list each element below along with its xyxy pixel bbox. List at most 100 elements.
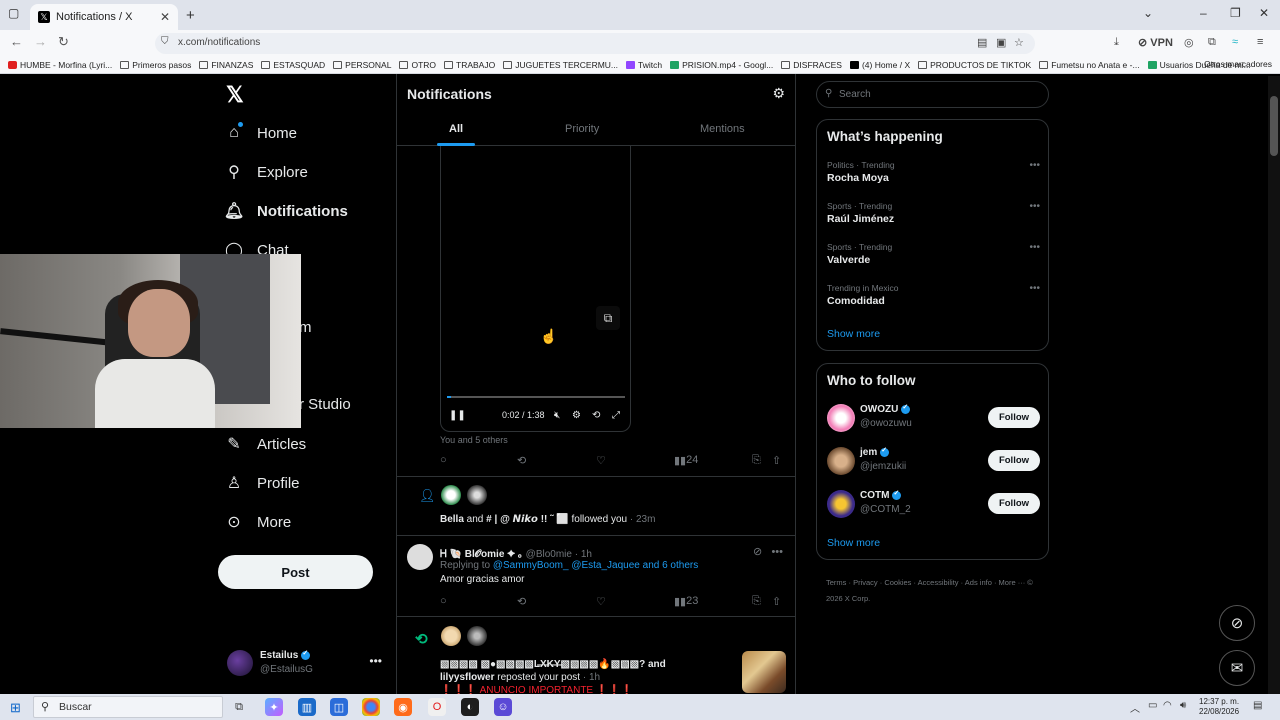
windows-start-icon[interactable]: ⊞ [10,700,21,716]
settings-gear-icon[interactable]: ⚙ [772,85,785,102]
volume-icon[interactable]: 🔊︎ [1180,700,1186,711]
follow-suggestion[interactable]: OWOZU @owozuwu Follow [827,403,1040,435]
back-icon[interactable]: ← [10,34,23,49]
post-thumbnail[interactable] [742,651,786,693]
maximize-icon[interactable]: ❐ [1230,6,1241,20]
store-icon[interactable]: ◫ [330,698,348,716]
taskbar-clock[interactable]: 12:37 p. m. 22/08/2026 [1199,697,1239,717]
repost-icon[interactable]: ⟲ [517,454,526,467]
video-loop-icon[interactable]: ⟲ [592,410,600,421]
bookmark-icon[interactable]: ⎘ [752,595,761,608]
bookmark-item[interactable]: JUGUETES TERCERMU... [503,60,618,70]
tab-actions-icon[interactable]: ▢ [8,6,19,20]
reload-icon[interactable]: ↻ [58,34,69,50]
opera-icon[interactable]: O [428,698,446,716]
follow-suggestion[interactable]: COTM @COTM_2 Follow [827,489,1040,521]
page-scrollbar[interactable] [1268,76,1280,694]
reply-icon[interactable]: ○ [440,595,447,607]
bookmark-item[interactable]: Twitch [626,60,662,70]
trend-more-icon[interactable]: ••• [1029,242,1040,253]
follow-button[interactable]: Follow [988,450,1040,471]
nav-notifications[interactable]: 🔔︎ Notifications [224,202,348,221]
site-info-icon[interactable]: ⛉ [161,36,169,47]
bookmark-item[interactable]: PRODUCTOS DE TIKTOK [918,60,1031,70]
reply-icon[interactable]: ○ [440,454,447,466]
tab-all[interactable]: All [449,123,463,135]
bookmark-item[interactable]: TRABAJO [444,60,495,70]
like-icon[interactable]: ♡ [596,595,606,608]
tray-chevron-icon[interactable]: ︿ [1130,700,1140,715]
notifications-tray-icon[interactable]: ▤ [1253,700,1262,711]
obs-icon[interactable]: ◐ [461,698,479,716]
account-switcher[interactable]: Estailus @EstailusG ••• [227,648,382,680]
discord-icon[interactable]: ☺ [494,698,512,716]
account-more-icon[interactable]: ••• [369,654,382,668]
reposter-avatar[interactable] [467,626,487,646]
follower-avatar[interactable] [441,485,461,505]
replying-users-link[interactable]: @SammyBoom_ @Esta_Jaquee and 6 others [493,560,698,571]
new-tab-icon[interactable]: + [186,7,195,24]
mute-icon[interactable]: 🔇︎ [554,410,560,421]
browser-tab[interactable]: 𝕏 Notifications / X ✕ [30,4,178,30]
trend-item[interactable]: Sports · Trending Raúl Jiménez ••• [827,201,1040,231]
file-explorer-icon[interactable]: ▥ [298,698,316,716]
other-bookmarks[interactable]: Otros marcadores [1204,59,1272,69]
reply-notification[interactable]: Ꮋ 🐚 Bl𝓞omie ✦ ｡ @Blo0mie · 1h Replying t… [407,544,787,624]
views-icon[interactable]: ▮▮ 23 [674,595,698,608]
menu-icon[interactable]: ≡ [1257,36,1263,48]
minimize-icon[interactable]: – [1200,6,1207,20]
task-view-icon[interactable]: ⧉ [230,698,248,716]
trend-item[interactable]: Trending in Mexico Comodidad ••• [827,283,1040,313]
follow-suggestion[interactable]: jem @jemzukii Follow [827,446,1040,478]
tab-search-chevron-icon[interactable]: ⌄ [1143,6,1153,20]
nav-profile[interactable]: ♙ Profile [225,474,300,493]
extensions-icon[interactable]: ⧉ [1208,36,1216,49]
suggestion-avatar[interactable] [827,447,855,475]
trend-item[interactable]: Sports · Trending Valverde ••• [827,242,1040,272]
picture-in-picture-icon[interactable]: ⧉ [596,306,620,330]
repost-notification[interactable]: ⟲ ▧▧▧▧ ▧●▧▧▧▧L̶X̶K̶Y̶▧▧▧▧🔥▧▧▧? and lilyys… [407,626,787,696]
trend-more-icon[interactable]: ••• [1029,283,1040,294]
search-input[interactable]: ⚲ Search [816,81,1049,108]
account-icon[interactable]: ◎ [1184,36,1194,49]
more-icon[interactable]: ••• [771,546,783,558]
follow-button[interactable]: Follow [988,493,1040,514]
show-more-link[interactable]: Show more [827,537,880,549]
share-icon[interactable]: ⇧ [772,595,781,608]
bookmark-item[interactable]: OTRO [399,60,436,70]
bookmark-item[interactable]: Primeros pasos [120,60,191,70]
copilot-icon[interactable]: ✦ [265,698,283,716]
trend-item[interactable]: Politics · Trending Rocha Moya ••• [827,160,1040,190]
messages-fab-icon[interactable]: ✉ [1219,650,1255,686]
taskbar-search-input[interactable]: ⚲ Buscar [33,696,223,718]
bookmark-item[interactable]: HUMBE - Morfina (Lyri... [8,60,112,70]
bookmark-item[interactable]: (4) Home / X [849,60,910,70]
download-icon[interactable]: ⤓ [1114,36,1119,49]
bookmark-item[interactable]: DISFRACES [781,60,842,70]
firefox-icon[interactable]: ◉ [394,698,412,716]
views-icon[interactable]: ▮▮ 24 [674,454,698,467]
close-tab-icon[interactable]: ✕ [160,10,170,24]
fullscreen-icon[interactable]: ⤢ [612,410,620,421]
bookmark-item[interactable]: ESTASQUAD [261,60,325,70]
post-button[interactable]: Post [218,555,373,589]
extension-app-icon[interactable]: ≈ [1232,36,1238,48]
forward-icon[interactable]: → [34,34,47,49]
bookmark-item[interactable]: PRISION.mp4 - Googl... [670,60,773,70]
pause-icon[interactable]: ❚❚ [449,410,466,421]
grok-icon[interactable]: ⊘ [753,546,762,558]
tab-mentions[interactable]: Mentions [700,123,745,135]
bookmark-icon[interactable]: ⎘ [752,454,761,467]
snapshot-icon[interactable]: ▣ [996,36,1006,49]
footer-links[interactable]: Terms · Privacy · Cookies · Accessibilit… [826,575,1046,607]
share-icon[interactable]: ⇧ [772,454,781,467]
video-settings-icon[interactable]: ⚙ [572,410,581,421]
follower-avatar[interactable] [467,485,487,505]
nav-home[interactable]: ⌂ Home [225,122,297,142]
scrollbar-thumb[interactable] [1270,96,1278,156]
follow-button[interactable]: Follow [988,407,1040,428]
vpn-button[interactable]: ⊘ VPN [1138,36,1173,49]
nav-more[interactable]: ⊙ More [225,513,291,532]
bookmark-item[interactable]: PERSONAL [333,60,391,70]
show-more-link[interactable]: Show more [827,328,880,340]
